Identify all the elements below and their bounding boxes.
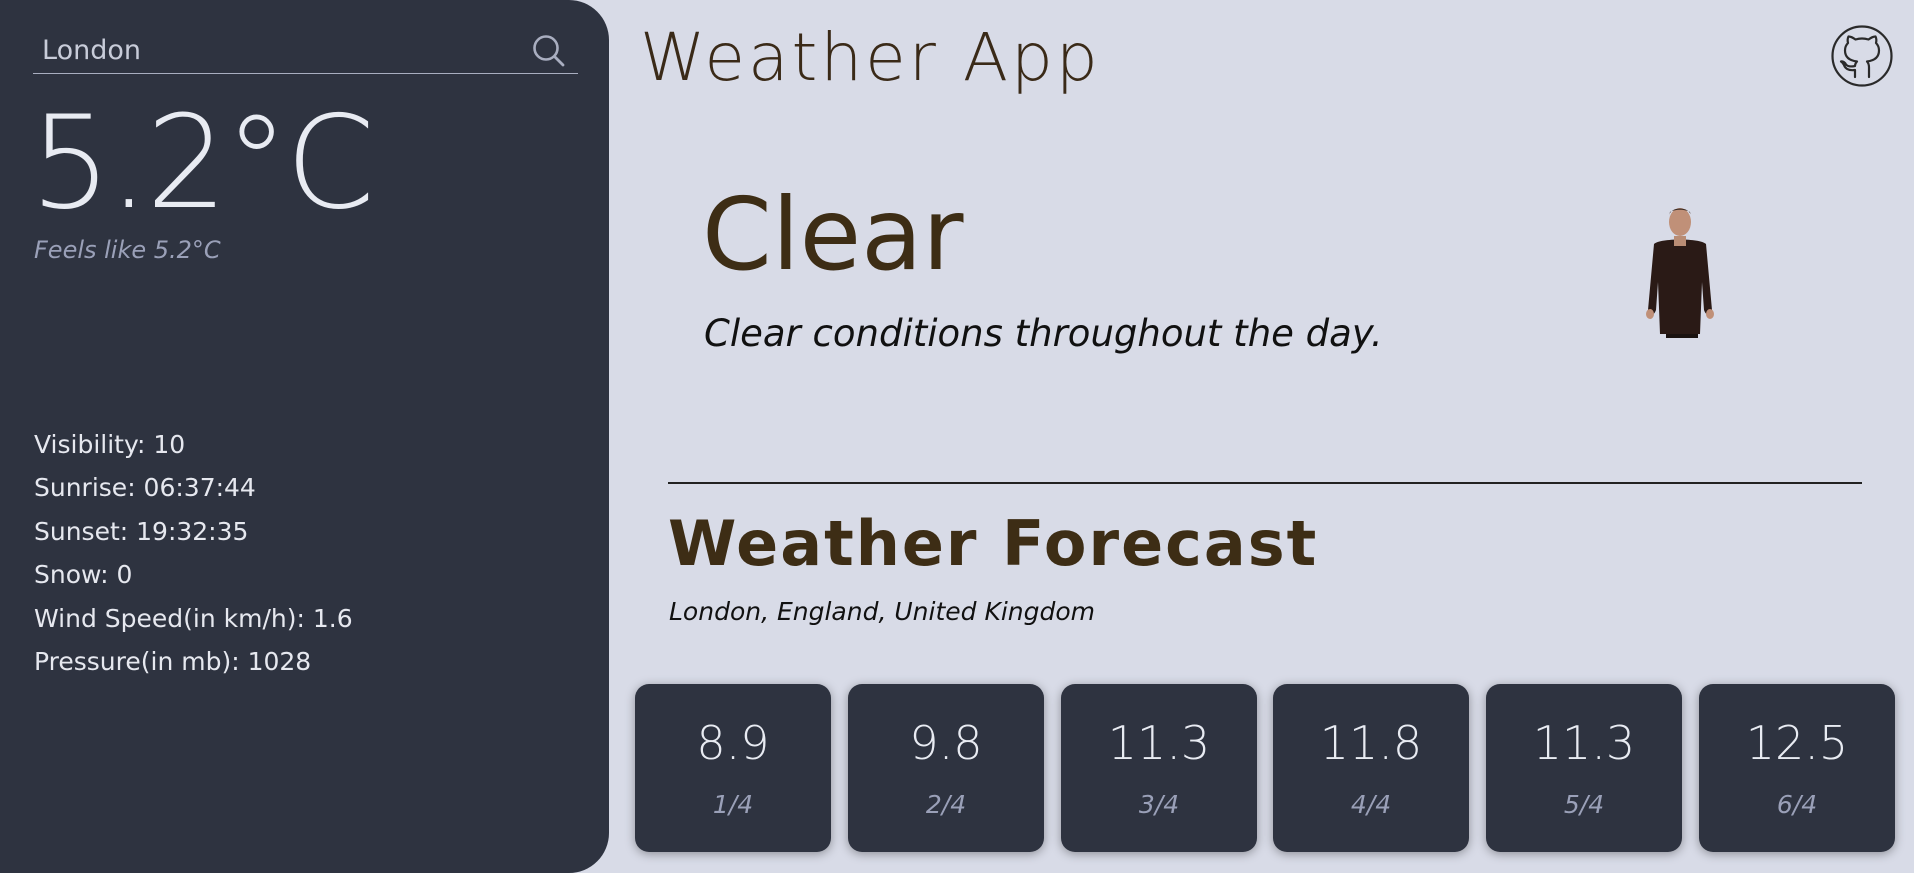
stat-wind-speed: Wind Speed(in km/h): 1.6 [34,603,353,633]
forecast-location: London, England, United Kingdom [669,597,1096,626]
condition-title: Clear [702,176,964,293]
forecast-card-3[interactable]: 11.3 3/4 [1061,684,1257,852]
forecast-date: 2/4 [925,790,967,819]
forecast-temp: 11.3 [1532,716,1636,770]
forecast-card-2[interactable]: 9.8 2/4 [848,684,1044,852]
forecast-card-6[interactable]: 12.5 6/4 [1699,684,1895,852]
forecast-temp: 11.3 [1107,716,1211,770]
forecast-date: 4/4 [1350,790,1392,819]
forecast-temp: 9.8 [909,716,983,770]
forecast-temp: 11.8 [1319,716,1423,770]
forecast-date: 1/4 [712,790,754,819]
search-input[interactable] [33,28,513,72]
stat-sunrise: Sunrise: 06:37:44 [34,473,256,503]
forecast-temp: 8.9 [696,716,770,770]
forecast-card-1[interactable]: 8.9 1/4 [635,684,831,852]
condition-description: Clear conditions throughout the day. [704,312,1383,355]
forecast-card-4[interactable]: 11.8 4/4 [1273,684,1469,852]
forecast-date: 5/4 [1563,790,1605,819]
weather-stats-list: Visibility: 10 Sunrise: 06:37:44 Sunset:… [34,430,353,690]
forecast-title: Weather Forecast [668,507,1319,580]
stat-visibility: Visibility: 10 [34,430,186,459]
search-icon[interactable] [530,32,568,70]
stat-sunset: Sunset: 19:32:35 [34,516,249,546]
sidebar-panel: 5.2°C Feels like 5.2°C Visibility: 10 Su… [0,0,609,873]
feels-like-text: Feels like 5.2°C [34,236,221,264]
forecast-cards: 8.9 1/4 9.8 2/4 11.3 3/4 11.8 4/4 11.3 5… [635,684,1895,852]
forecast-date: 6/4 [1776,790,1818,819]
current-temperature: 5.2°C [30,89,375,238]
app-title: Weather App [640,19,1101,96]
github-icon[interactable] [1830,24,1894,88]
presenter-gif [1630,192,1730,342]
forecast-date: 3/4 [1138,790,1180,819]
forecast-card-5[interactable]: 11.3 5/4 [1486,684,1682,852]
stat-snow: Snow: 0 [34,560,133,590]
section-divider [668,482,1862,484]
forecast-temp: 12.5 [1745,716,1849,770]
search-bar [33,28,578,74]
stat-pressure: Pressure(in mb): 1028 [34,646,312,676]
